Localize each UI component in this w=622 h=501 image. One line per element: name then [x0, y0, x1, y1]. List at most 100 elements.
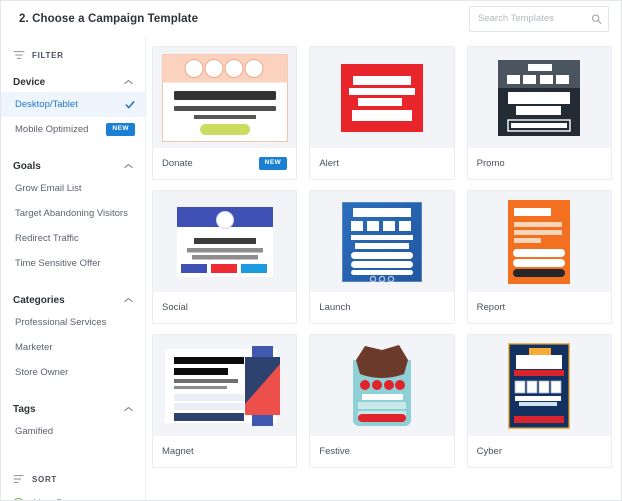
template-card-promo[interactable]: Promo	[466, 46, 612, 180]
template-card-donate[interactable]: Donate NEW	[152, 46, 298, 180]
filter-option-marketer[interactable]: Marketer	[1, 335, 145, 360]
template-name: Launch	[319, 302, 351, 313]
search-icon[interactable]	[591, 13, 602, 24]
template-thumbnail-magnet[interactable]	[153, 335, 297, 436]
page-header: 2. Choose a Campaign Template	[1, 1, 621, 36]
template-name: Donate	[162, 158, 193, 169]
filter-option-label: Marketer	[15, 342, 53, 353]
template-grid-pane: Donate NEW Alert Promo Social Launch Rep…	[145, 36, 621, 500]
filter-option-label: Grow Email List	[15, 183, 82, 194]
chevron-up-icon[interactable]	[124, 79, 133, 85]
search-input[interactable]	[469, 5, 609, 32]
filter-option-target-abandoning-visitors[interactable]: Target Abandoning Visitors	[1, 201, 145, 226]
filter-option-store-owner[interactable]: Store Owner	[1, 360, 145, 385]
check-icon	[125, 100, 135, 110]
filter-option-label: Desktop/Tablet	[15, 99, 78, 110]
template-caption: Festive	[310, 436, 454, 467]
radio-button[interactable]	[13, 497, 24, 500]
sort-label: SORT	[32, 474, 58, 484]
template-name: Alert	[319, 158, 339, 169]
filter-group-label: Categories	[13, 294, 65, 306]
template-name: Report	[476, 302, 506, 313]
template-thumbnail-promo[interactable]	[467, 47, 611, 148]
filter-sidebar: FILTER Device Desktop/Tablet Mobile Optimi…	[1, 36, 145, 500]
template-thumbnail-social[interactable]	[153, 191, 297, 292]
filter-group-title-goals[interactable]: Goals	[1, 156, 145, 176]
page-title: 2. Choose a Campaign Template	[19, 12, 199, 25]
filter-group-title-device[interactable]: Device	[1, 72, 145, 92]
filter-option-gamified[interactable]: Gamified	[1, 419, 145, 444]
template-thumbnail-cyber[interactable]	[467, 335, 611, 436]
sort-options: Most RecentName	[1, 492, 145, 500]
template-caption: Magnet	[153, 436, 297, 467]
filter-option-mobile-optimized[interactable]: Mobile Optimized NEW	[1, 117, 145, 142]
alert-thumb	[340, 63, 423, 132]
template-thumbnail-report[interactable]	[467, 191, 611, 292]
filter-option-label: Professional Services	[15, 317, 107, 328]
template-caption: Social	[153, 292, 297, 323]
filter-option-label: Gamified	[15, 426, 54, 437]
sort-icon	[13, 474, 25, 484]
template-card-launch[interactable]: Launch	[309, 190, 455, 324]
filter-group-title-tags[interactable]: Tags	[1, 399, 145, 419]
template-card-social[interactable]: Social	[152, 190, 298, 324]
template-caption: Alert	[310, 148, 454, 179]
filter-group-label: Tags	[13, 403, 36, 415]
filter-label: FILTER	[32, 50, 64, 60]
cyber-thumb	[508, 342, 571, 429]
launch-thumb	[341, 201, 422, 282]
template-caption: Donate NEW	[153, 148, 297, 179]
chevron-up-icon[interactable]	[124, 297, 133, 303]
filter-header: FILTER	[1, 50, 145, 60]
donate-thumb	[161, 53, 288, 142]
filter-group-label: Goals	[13, 160, 41, 172]
campaign-template-chooser: 2. Choose a Campaign Template FILTER De	[0, 0, 622, 501]
filter-option-label: Mobile Optimized	[15, 124, 89, 135]
template-caption: Cyber	[467, 436, 611, 467]
sort-option-most-recent[interactable]: Most Recent	[1, 492, 145, 500]
template-thumbnail-launch[interactable]	[310, 191, 454, 292]
filter-option-label: Target Abandoning Visitors	[15, 208, 128, 219]
filter-group-label: Device	[13, 76, 46, 88]
filter-option-label: Time Sensitive Offer	[15, 258, 101, 269]
template-thumbnail-festive[interactable]	[310, 335, 454, 436]
template-card-magnet[interactable]: Magnet	[152, 334, 298, 468]
new-badge: NEW	[258, 157, 288, 170]
filter-option-professional-services[interactable]: Professional Services	[1, 310, 145, 335]
filter-option-time-sensitive-offer[interactable]: Time Sensitive Offer	[1, 251, 145, 276]
template-name: Festive	[319, 446, 350, 457]
social-thumb	[176, 206, 273, 277]
sort-option-label: Most Recent	[33, 498, 86, 501]
filter-option-grow-email-list[interactable]: Grow Email List	[1, 176, 145, 201]
promo-thumb	[498, 59, 581, 136]
filter-groups: Device Desktop/Tablet Mobile Optimized NEW G…	[1, 72, 145, 458]
magnet-thumb	[162, 345, 288, 426]
template-name: Promo	[476, 158, 505, 169]
search-templates-wrapper	[469, 5, 609, 32]
template-thumbnail-alert[interactable]	[310, 47, 454, 148]
template-card-festive[interactable]: Festive	[309, 334, 455, 468]
filter-group-title-categories[interactable]: Categories	[1, 290, 145, 310]
template-thumbnail-donate[interactable]	[153, 47, 297, 148]
filter-option-label: Store Owner	[15, 367, 69, 378]
filter-option-redirect-traffic[interactable]: Redirect Traffic	[1, 226, 145, 251]
template-name: Magnet	[162, 446, 194, 457]
new-badge: NEW	[106, 123, 135, 136]
template-card-cyber[interactable]: Cyber	[466, 334, 612, 468]
filter-option-label: Redirect Traffic	[15, 233, 79, 244]
festive-thumb	[347, 344, 417, 428]
template-card-report[interactable]: Report	[466, 190, 612, 324]
chevron-up-icon[interactable]	[124, 163, 133, 169]
template-caption: Launch	[310, 292, 454, 323]
template-card-alert[interactable]: Alert	[309, 46, 455, 180]
chevron-up-icon[interactable]	[124, 406, 133, 412]
template-caption: Report	[467, 292, 611, 323]
filter-option-desktop-tablet[interactable]: Desktop/Tablet	[1, 92, 145, 117]
template-grid: Donate NEW Alert Promo Social Launch Rep…	[152, 46, 612, 468]
template-name: Social	[162, 302, 188, 313]
template-caption: Promo	[467, 148, 611, 179]
